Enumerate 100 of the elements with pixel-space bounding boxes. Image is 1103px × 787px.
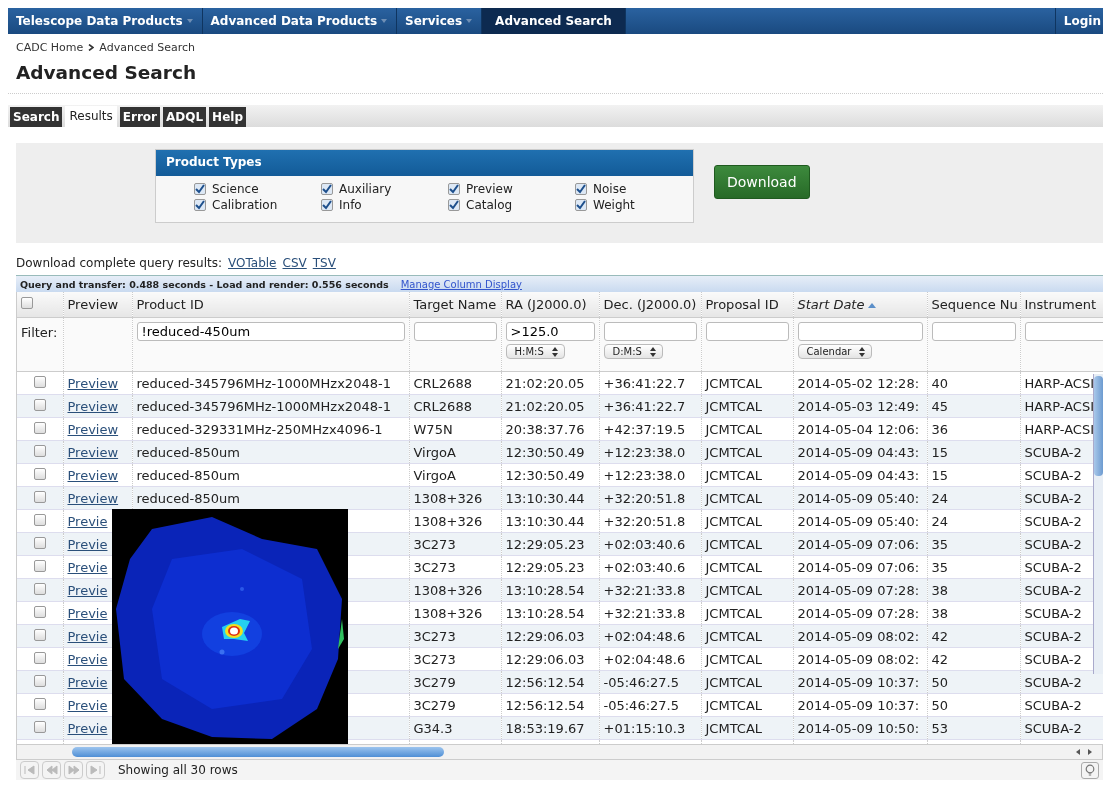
checkbox[interactable] [575,183,587,195]
checkbox[interactable] [33,605,46,618]
filter-field[interactable] [797,322,923,341]
checkbox-label: Noise [593,182,627,196]
checkbox[interactable] [33,375,46,388]
column-header[interactable]: Dec. (J2000.0) [599,292,701,318]
download-link[interactable]: VOTable [228,256,277,272]
table-cell: 2014-05-09 04:43: [793,463,927,487]
filter-field[interactable]: >125.0 [505,322,595,341]
tab[interactable]: Results [65,106,117,127]
table-cell: 3C279 [409,693,501,717]
filter-field[interactable] [413,322,497,341]
column-header[interactable]: Product ID [132,292,409,318]
checkbox[interactable] [33,467,46,480]
preview-link[interactable]: Previe [67,697,108,713]
table-cell: 2014-05-09 07:06: [793,555,927,579]
preview-link[interactable]: Previe [67,651,108,667]
first-page-button[interactable] [20,761,39,779]
format-select[interactable]: H:M:S [505,344,565,359]
checkbox[interactable] [321,199,333,211]
checkbox[interactable] [448,183,460,195]
breadcrumb-link[interactable]: CADC Home [16,40,84,54]
checkbox[interactable] [33,582,46,595]
last-page-button[interactable] [86,761,105,779]
table-cell: 13:10:30.44 [501,509,599,533]
nav-item[interactable]: Advanced Data Products [202,8,398,34]
table-cell: 20:38:37.76 [501,417,599,441]
checkbox[interactable] [448,199,460,211]
preview-link[interactable]: Preview [67,467,119,483]
checkbox[interactable] [194,199,206,211]
column-header[interactable]: RA (J2000.0) [501,292,599,318]
table-cell: 50 [927,693,1020,717]
download-label: Download complete query results: [16,256,223,272]
nav-item[interactable]: Advanced Search [482,8,626,34]
table-cell: JCMTCAL [701,509,793,533]
preview-link[interactable]: Previe [67,605,108,621]
checkbox[interactable] [575,199,587,211]
format-select[interactable]: D:M:S [603,344,663,359]
column-header[interactable]: Preview [63,292,132,318]
download-link[interactable]: CSV [282,256,307,272]
checkbox[interactable] [33,628,46,641]
checkbox[interactable] [33,651,46,664]
tab[interactable]: ADQL [163,107,207,127]
table-cell: 12:30:50.49 [501,463,599,487]
next-page-button[interactable] [64,761,83,779]
checkbox-label: Auxiliary [339,182,392,196]
table-cell: 35 [927,555,1020,579]
checkbox[interactable] [33,421,46,434]
previous-page-button[interactable] [42,761,61,779]
table-cell: CRL2688 [409,371,501,395]
checkbox[interactable] [33,444,46,457]
column-header[interactable]: Instrument [1020,292,1103,318]
lightbulb-button[interactable] [1081,761,1099,779]
preview-link[interactable]: Preview [67,421,119,437]
nav-item[interactable]: Telescope Data Products [8,8,203,34]
table-cell: reduced-345796MHz-1000MHzx2048-1 [132,371,409,395]
download-link[interactable]: TSV [312,256,336,272]
checkbox[interactable] [21,297,33,309]
filter-field[interactable] [931,322,1016,341]
checkbox[interactable] [33,490,46,503]
tab[interactable]: Help [209,107,246,127]
checkbox[interactable] [33,398,46,411]
manage-columns-link[interactable]: Manage Column Display [400,278,522,290]
login-link[interactable]: Login [1054,8,1103,34]
checkbox[interactable] [33,513,46,526]
lightbulb-icon [1085,763,1095,777]
checkbox[interactable] [194,183,206,195]
column-header[interactable]: Target Name [409,292,501,318]
checkbox-label: Weight [593,198,635,212]
table-cell: reduced-850um [132,463,409,487]
table-cell: JCMTCAL [701,647,793,671]
checkbox[interactable] [321,183,333,195]
filter-field[interactable]: !reduced-450um [136,322,405,341]
table-cell: 3C273 [409,647,501,671]
preview-link[interactable]: Previe [67,559,108,575]
filter-field[interactable] [705,322,789,341]
tab[interactable]: Error [119,107,160,127]
column-header[interactable]: Proposal ID [701,292,793,318]
filter-field[interactable] [603,322,697,341]
checkbox[interactable] [33,697,46,710]
preview-link[interactable]: Previe [67,513,108,529]
table-cell: 2014-05-02 12:28: [793,371,927,395]
checkbox[interactable] [33,674,46,687]
checkbox[interactable] [33,720,46,733]
tab[interactable]: Search [10,107,63,127]
table-cell: 2014-05-09 04:43: [793,440,927,464]
column-header[interactable]: Sequence Nu [927,292,1020,318]
vertical-scrollbar[interactable] [1093,374,1103,674]
format-select[interactable]: Calendar [797,344,873,359]
preview-link[interactable]: Preview [67,375,119,391]
checkbox[interactable] [33,536,46,549]
page-title: Advanced Search [8,54,1103,94]
filter-field[interactable] [1024,322,1103,341]
checkbox-label: Calibration [212,198,278,212]
table-cell: 3C273 [409,555,501,579]
checkbox[interactable] [33,559,46,572]
horizontal-scrollbar[interactable] [16,744,1103,760]
table-cell: 2014-05-09 05:40: [793,486,927,510]
table-cell: 42 [927,647,1020,671]
download-button[interactable]: Download [714,165,810,199]
